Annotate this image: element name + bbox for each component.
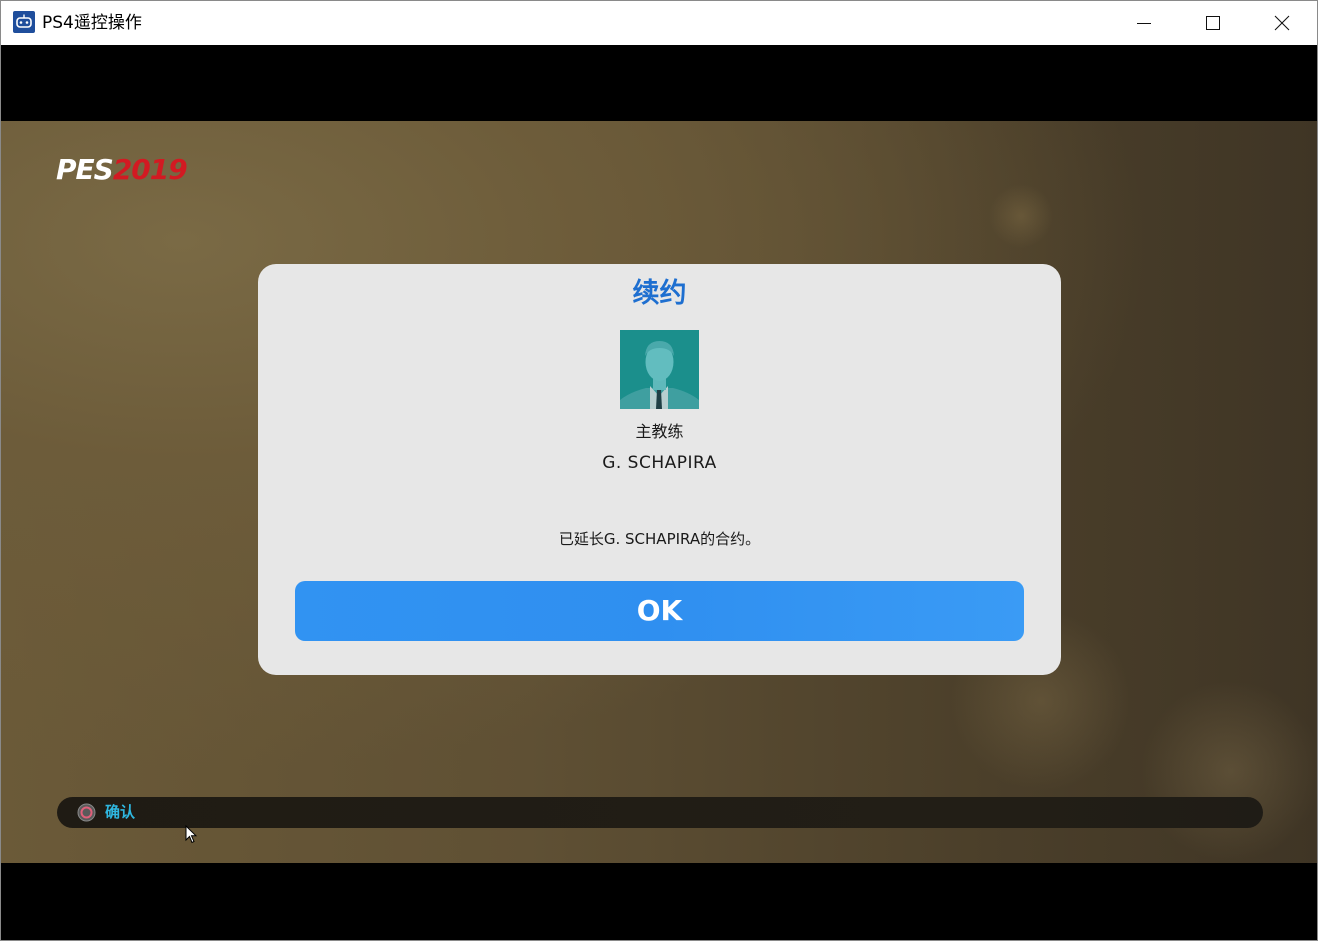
person-silhouette-icon bbox=[620, 330, 699, 409]
minimize-icon bbox=[1137, 23, 1151, 24]
remote-play-stream[interactable]: PES2019 续约 主教练 G. SCHAPIRA 已延长G. SCHAPIR… bbox=[1, 45, 1317, 940]
maximize-icon bbox=[1206, 16, 1220, 30]
mouse-cursor-icon bbox=[185, 824, 198, 849]
close-icon bbox=[1274, 15, 1290, 31]
minimize-button[interactable] bbox=[1109, 1, 1179, 45]
pes-2019-logo: PES2019 bbox=[56, 153, 188, 187]
logo-pes-text: PES bbox=[56, 153, 114, 186]
close-button[interactable] bbox=[1247, 1, 1317, 45]
coach-avatar bbox=[620, 330, 699, 409]
button-hint-bar: 确认 bbox=[57, 797, 1263, 828]
circle-button-icon bbox=[77, 803, 96, 822]
ps4-remote-play-app-icon bbox=[13, 11, 35, 33]
ok-button[interactable]: OK bbox=[295, 581, 1024, 641]
dialog-title: 续约 bbox=[632, 278, 687, 309]
window-title: PS4遥控操作 bbox=[42, 13, 142, 33]
confirm-hint-label: 确认 bbox=[105, 803, 136, 821]
contract-renewal-dialog: 续约 主教练 G. SCHAPIRA 已延长G. SCHAPIRA的合约。 OK bbox=[258, 264, 1061, 675]
coach-name: G. SCHAPIRA bbox=[602, 453, 717, 473]
renewal-message: 已延长G. SCHAPIRA的合约。 bbox=[558, 530, 761, 548]
title-bar[interactable]: PS4遥控操作 bbox=[1, 1, 1317, 45]
game-screen: PES2019 续约 主教练 G. SCHAPIRA 已延长G. SCHAPIR… bbox=[1, 121, 1317, 863]
maximize-button[interactable] bbox=[1178, 1, 1248, 45]
ps4-remote-play-window: PS4遥控操作 PES2019 续约 主教练 G. SCHAPIRA 已延长G.… bbox=[0, 0, 1318, 941]
logo-year-text: 2019 bbox=[112, 153, 188, 186]
coach-role: 主教练 bbox=[635, 422, 684, 441]
